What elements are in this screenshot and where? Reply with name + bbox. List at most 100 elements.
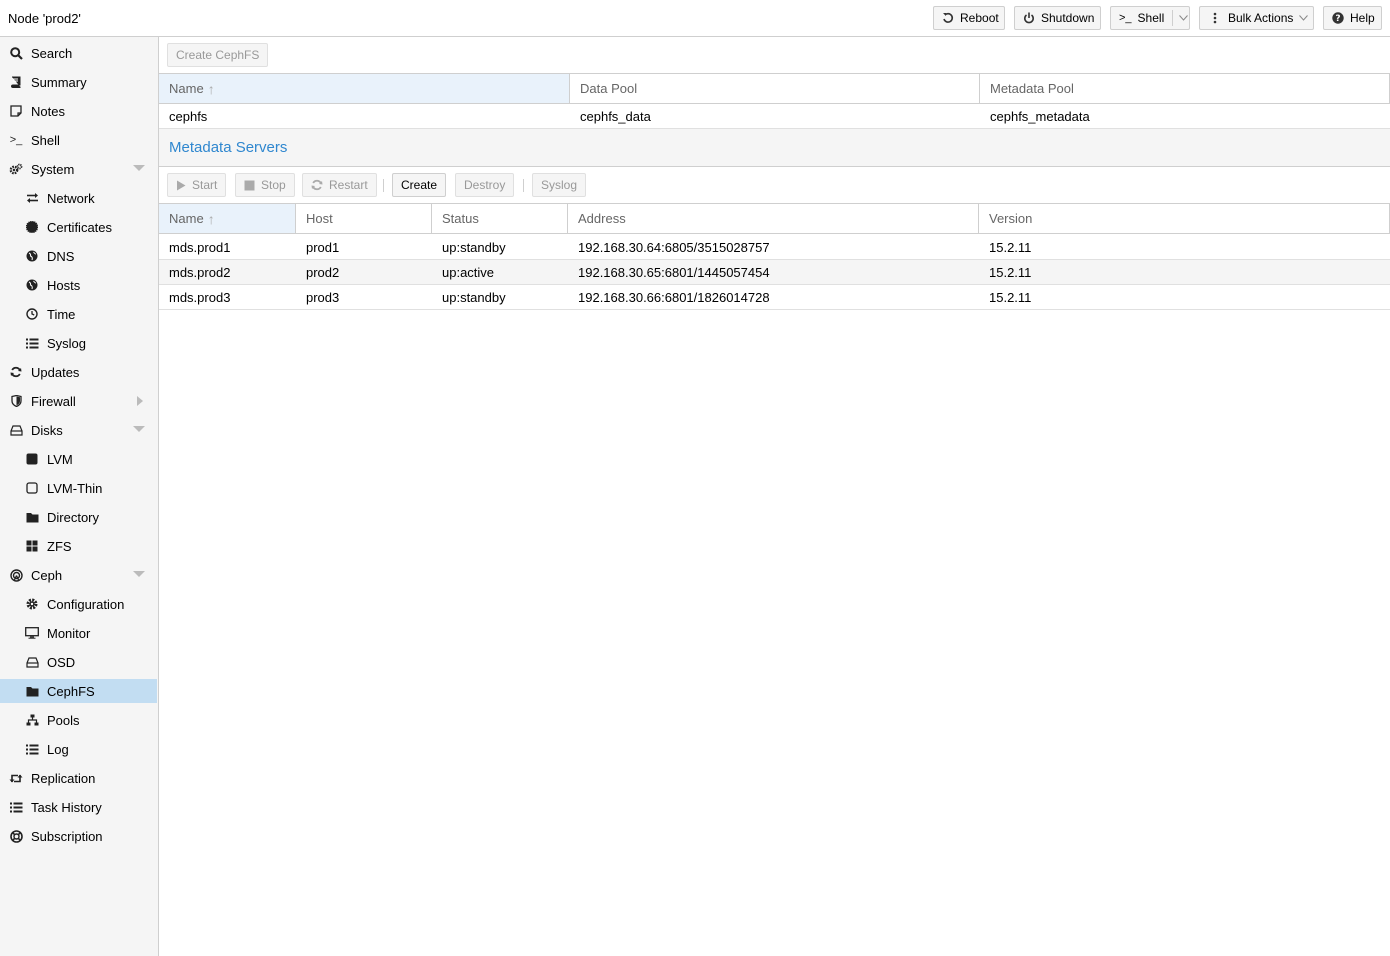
cell-address: 192.168.30.65:6801/1445057454: [578, 264, 770, 280]
reboot-label: Reboot: [960, 11, 999, 25]
sidebar-item-network[interactable]: Network: [0, 186, 157, 210]
cell-host: prod2: [306, 264, 340, 280]
sidebar-item-firewall[interactable]: Firewall: [0, 389, 157, 413]
bulk-actions-button[interactable]: Bulk Actions: [1199, 6, 1314, 30]
sidebar-item-search[interactable]: Search: [0, 41, 157, 65]
restart-button[interactable]: Restart: [302, 173, 377, 197]
support-icon: [8, 828, 24, 844]
destroy-button[interactable]: Destroy: [455, 173, 515, 197]
table-row[interactable]: mds.prod3 prod3 up:standby 192.168.30.66…: [159, 285, 1390, 310]
power-icon: [1023, 12, 1035, 24]
collapse-arrow-icon[interactable]: [133, 571, 145, 577]
sidebar-item-system[interactable]: System: [0, 157, 157, 181]
sidebar-item-osd[interactable]: OSD: [0, 650, 157, 674]
sidebar-item-configuration[interactable]: Configuration: [0, 592, 157, 616]
sidebar-item-replication[interactable]: Replication: [0, 766, 157, 790]
sidebar-item-zfs[interactable]: ZFS: [0, 534, 157, 558]
sidebar-item-label: DNS: [47, 248, 75, 264]
sidebar-item-syslog[interactable]: Syslog: [0, 331, 157, 355]
column-header-status[interactable]: Status: [432, 204, 568, 233]
column-label: Version: [989, 211, 1033, 226]
play-icon: [176, 180, 186, 191]
undo-icon: [942, 12, 954, 24]
bulk-actions-label: Bulk Actions: [1228, 11, 1294, 25]
search-icon: [8, 45, 24, 61]
square-outline-icon: [24, 480, 40, 496]
cell-host: prod1: [306, 239, 340, 255]
column-header-host[interactable]: Host: [296, 204, 432, 233]
sidebar-item-disks[interactable]: Disks: [0, 418, 157, 442]
column-header-address[interactable]: Address: [568, 204, 979, 233]
stop-button[interactable]: Stop: [235, 173, 295, 197]
reboot-button[interactable]: Reboot: [933, 6, 1005, 30]
list-icon: [24, 335, 40, 351]
exchange-icon: [24, 190, 40, 206]
table-row[interactable]: mds.prod2 prod2 up:active 192.168.30.65:…: [159, 260, 1390, 285]
sidebar-item-pools[interactable]: Pools: [0, 708, 157, 732]
cell-version: 15.2.11: [989, 264, 1032, 280]
column-label: Host: [306, 211, 333, 226]
table-row[interactable]: cephfs cephfs_data cephfs_metadata: [159, 104, 1390, 129]
globe-icon: [24, 277, 40, 293]
collapse-arrow-icon[interactable]: [133, 426, 145, 432]
terminal-icon: >_: [9, 134, 23, 146]
toolbar-separator: [523, 179, 524, 192]
sidebar-item-subscription[interactable]: Subscription: [0, 824, 157, 848]
column-header-version[interactable]: Version: [979, 204, 1390, 233]
sidebar-item-directory[interactable]: Directory: [0, 505, 157, 529]
restart-label: Restart: [329, 178, 368, 192]
sidebar-item-label: LVM: [47, 451, 73, 467]
column-header-data-pool[interactable]: Data Pool: [570, 74, 980, 103]
sidebar-item-updates[interactable]: Updates: [0, 360, 157, 384]
table-row[interactable]: mds.prod1 prod1 up:standby 192.168.30.64…: [159, 235, 1390, 260]
refresh-icon: [311, 179, 323, 191]
start-label: Start: [192, 178, 218, 192]
start-button[interactable]: Start: [167, 173, 227, 197]
folder-icon: [24, 683, 40, 699]
sidebar-item-lvm-thin[interactable]: LVM-Thin: [0, 476, 157, 500]
chevron-down-icon[interactable]: [1172, 10, 1189, 26]
mds-toolbar: Start Stop Restart Create Destroy Syslog: [159, 167, 1390, 203]
column-label: Status: [442, 211, 479, 226]
shutdown-button[interactable]: Shutdown: [1014, 6, 1101, 30]
create-cephfs-button[interactable]: Create CephFS: [167, 43, 269, 67]
shell-button[interactable]: >_ Shell: [1110, 6, 1190, 30]
sidebar-item-cephfs[interactable]: CephFS: [0, 679, 157, 703]
shutdown-label: Shutdown: [1041, 11, 1095, 25]
sidebar-item-certificates[interactable]: Certificates: [0, 215, 157, 239]
column-header-name[interactable]: Name ↑: [159, 204, 296, 233]
column-header-metadata-pool[interactable]: Metadata Pool: [980, 74, 1390, 103]
sidebar-item-shell[interactable]: >_ Shell: [0, 128, 157, 152]
expand-arrow-icon[interactable]: [137, 396, 143, 406]
sidebar-item-label: Monitor: [47, 625, 91, 641]
hdd-icon: [8, 422, 24, 438]
sidebar-item-log[interactable]: Log: [0, 737, 157, 761]
sidebar-item-label: ZFS: [47, 538, 72, 554]
sidebar-item-label: Search: [31, 45, 73, 61]
sidebar-item-monitor[interactable]: Monitor: [0, 621, 157, 645]
sidebar-item-summary[interactable]: Summary: [0, 70, 157, 94]
syslog-button[interactable]: Syslog: [532, 173, 587, 197]
sidebar-item-time[interactable]: Time: [0, 302, 157, 326]
column-header-name[interactable]: Name ↑: [159, 74, 570, 103]
top-bar: Node 'prod2' Reboot Shutdown >_ Shell Bu…: [0, 0, 1390, 37]
create-button[interactable]: Create: [392, 173, 447, 197]
sidebar-item-lvm[interactable]: LVM: [0, 447, 157, 471]
cell-status: up:standby: [442, 289, 506, 305]
sidebar-item-dns[interactable]: DNS: [0, 244, 157, 268]
cell-status: up:active: [442, 264, 495, 280]
sidebar-item-label: Updates: [31, 364, 80, 380]
sidebar-item-notes[interactable]: Notes: [0, 99, 157, 123]
sidebar-item-label: Summary: [31, 74, 87, 90]
book-icon: [8, 74, 24, 90]
help-button[interactable]: ? Help: [1323, 6, 1382, 30]
sidebar-item-hosts[interactable]: Hosts: [0, 273, 157, 297]
sidebar-item-ceph[interactable]: Ceph: [0, 563, 157, 587]
sidebar-item-label: Configuration: [47, 596, 125, 612]
metadata-servers-title: Metadata Servers: [159, 129, 1390, 167]
sidebar-item-task-history[interactable]: Task History: [0, 795, 157, 819]
mds-grid-header: Name ↑ Host Status Address Version: [159, 203, 1390, 234]
help-label: Help: [1350, 11, 1375, 25]
collapse-arrow-icon[interactable]: [133, 165, 145, 171]
sort-asc-icon: ↑: [207, 210, 215, 227]
